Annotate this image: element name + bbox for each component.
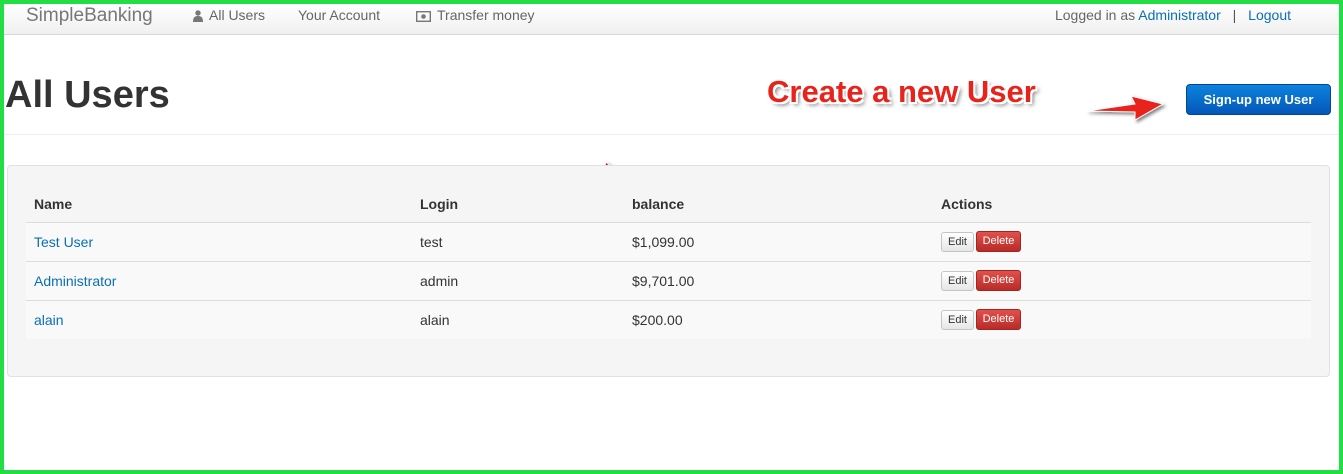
edit-button[interactable]: Edit	[941, 270, 974, 291]
top-navbar: SimpleBanking All Users Your Account Tra…	[4, 4, 1339, 35]
brand-link[interactable]: SimpleBanking	[26, 5, 153, 27]
user-login: test	[412, 221, 624, 261]
header-actions: Actions	[933, 187, 1311, 223]
nav-your-account-label: Your Account	[298, 7, 380, 23]
logout-link[interactable]: Logout	[1248, 7, 1291, 23]
nav-transfer-money-label: Transfer money	[437, 7, 535, 23]
current-user-link[interactable]: Administrator	[1138, 7, 1220, 23]
delete-button[interactable]: Delete	[976, 231, 1021, 252]
user-name-link[interactable]: Administrator	[34, 273, 116, 289]
logged-in-text: Logged in as	[1054, 7, 1136, 23]
row-actions: Edit Delete	[933, 299, 1311, 339]
users-table: Name Login balance Actions Test User tes…	[26, 187, 1311, 339]
header-balance: balance	[624, 187, 933, 223]
row-actions: Edit Delete	[933, 221, 1311, 261]
users-panel: Name Login balance Actions Test User tes…	[7, 165, 1330, 377]
user-balance: $9,701.00	[624, 260, 933, 300]
user-balance: $1,099.00	[624, 221, 933, 261]
user-icon	[193, 9, 203, 25]
annotation-create-user: Create a new User	[767, 74, 1036, 109]
login-status: Logged in as Administrator | Logout	[1055, 7, 1291, 23]
row-actions: Edit Delete	[933, 260, 1311, 300]
user-login: admin	[412, 260, 624, 300]
table-row: Test User test $1,099.00 Edit Delete	[26, 221, 1311, 261]
table-row: Administrator admin $9,701.00 Edit Delete	[26, 260, 1311, 300]
nav-separator: |	[1232, 7, 1237, 23]
delete-button[interactable]: Delete	[976, 270, 1021, 291]
page-title: All Users	[5, 74, 170, 116]
delete-button[interactable]: Delete	[976, 309, 1021, 331]
edit-button[interactable]: Edit	[941, 231, 974, 252]
nav-all-users-label: All Users	[209, 7, 266, 23]
user-name-link[interactable]: Test User	[34, 234, 93, 250]
user-name-link[interactable]: alain	[34, 312, 64, 328]
table-row: alain alain $200.00 Edit Delete	[26, 299, 1311, 339]
table-header-row: Name Login balance Actions	[26, 187, 1311, 223]
user-login: alain	[412, 299, 624, 339]
edit-button[interactable]: Edit	[941, 309, 974, 330]
nav-your-account[interactable]: Your Account	[298, 7, 380, 23]
nav-all-users[interactable]: All Users	[193, 7, 265, 25]
header-name: Name	[26, 187, 412, 223]
title-divider	[4, 134, 1339, 135]
nav-transfer-money[interactable]: Transfer money	[415, 7, 535, 25]
user-balance: $200.00	[624, 299, 933, 339]
header-login: Login	[412, 187, 624, 223]
signup-new-user-button[interactable]: Sign-up new User	[1186, 84, 1331, 115]
money-icon	[415, 9, 432, 25]
annotation-arrow-signup	[1086, 95, 1165, 121]
